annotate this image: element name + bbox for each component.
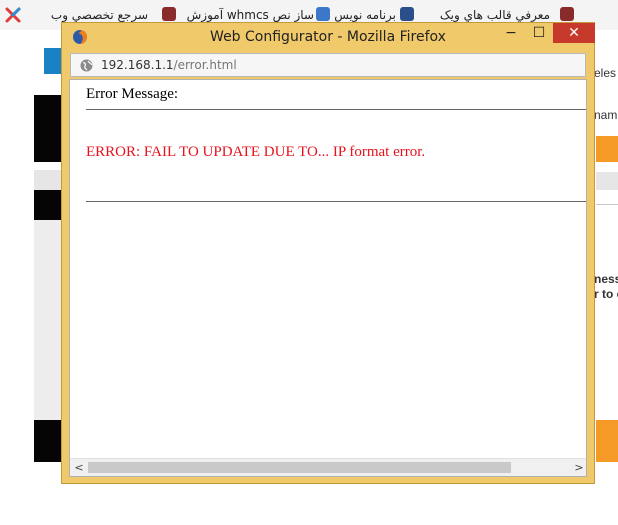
background-strip [596,172,618,190]
background-accent-bar [596,136,618,162]
maximize-button[interactable]: ☐ [525,23,553,43]
app-logo-icon[interactable] [5,7,21,23]
popup-window: Web Configurator - Mozilla Firefox − ☐ ✕… [61,22,595,484]
bookmark-item[interactable]: ساز نص whmcs آموزش [187,8,314,22]
url-host: 192.168.1.1 [101,58,174,72]
page-content: Error Message: ERROR: FAIL TO UPDATE DUE… [69,79,587,477]
background-text: ness [594,272,618,286]
divider [86,109,586,110]
background-divider [596,204,618,205]
background-text: eles [594,66,617,80]
background-footer [34,420,64,462]
bookmark-item[interactable]: معرفي قالب هاي ويک [440,8,550,22]
scroll-left-icon[interactable]: < [72,460,86,475]
background-strip [34,170,64,190]
background-text: nam [594,108,618,122]
scroll-right-icon[interactable]: > [572,460,586,475]
minimize-button[interactable]: − [497,23,525,43]
error-label: Error Message: [86,86,179,102]
background-text: r to c [594,287,618,301]
bookmark-icon [316,7,330,21]
title-bar[interactable]: Web Configurator - Mozilla Firefox − ☐ ✕ [62,23,595,51]
bookmark-item[interactable]: برنامه نويس [334,8,396,22]
background-banner [34,95,64,162]
bookmark-icon [560,7,574,21]
divider [86,201,586,202]
background-accent-bar [596,420,618,462]
bookmark-icon [400,7,414,21]
scroll-thumb[interactable] [88,462,511,473]
globe-icon [80,59,93,72]
background-banner [34,190,64,220]
bookmark-item[interactable]: سرجع تخصصي وب [51,8,148,22]
background-panel [34,220,64,420]
error-message: ERROR: FAIL TO UPDATE DUE TO... IP forma… [86,144,426,160]
horizontal-scrollbar[interactable]: < > [70,458,586,476]
address-bar[interactable]: 192.168.1.1/error.html [70,53,586,77]
bookmark-icon [162,7,176,21]
close-button[interactable]: ✕ [553,23,595,43]
url-path: /error.html [173,58,237,72]
url-text: 192.168.1.1/error.html [101,58,237,72]
